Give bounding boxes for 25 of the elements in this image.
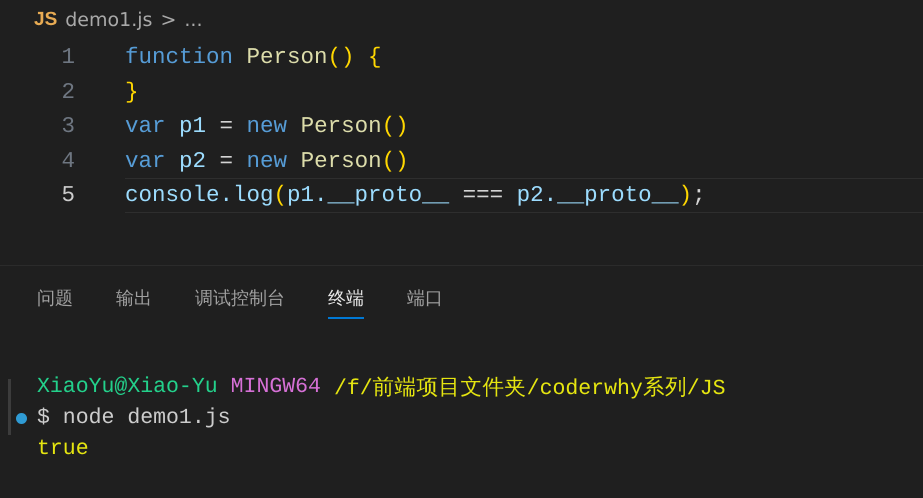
line-number: 3 — [60, 113, 75, 140]
line-number: 1 — [60, 44, 75, 70]
line-number: 5 — [60, 182, 75, 208]
code-line: } — [125, 78, 140, 107]
command-status-dot[interactable] — [16, 413, 27, 424]
code-line: var p2 = new Person() — [125, 146, 410, 176]
terminal-text: true — [37, 436, 89, 460]
terminal-text: MINGW64 — [230, 374, 321, 398]
panel-tab[interactable]: 输出 — [116, 284, 152, 319]
panel-tab[interactable]: 终端 — [328, 284, 364, 319]
code-line: function Person() { — [125, 43, 383, 72]
breadcrumb-file[interactable]: demo1.js — [65, 9, 152, 31]
panel-tab[interactable]: 调试控制台 — [195, 284, 285, 319]
code-line: console.log(p1.__proto__ === p2.__proto__); — [125, 178, 923, 212]
terminal-text: XiaoYu@Xiao-Yu — [37, 374, 218, 398]
line-number: 2 — [60, 78, 75, 105]
terminal-text: $ node demo1.js — [37, 406, 231, 430]
line-number: 4 — [60, 148, 75, 174]
code-line: var p1 = new Person() — [125, 112, 410, 142]
breadcrumb-more[interactable]: ... — [184, 9, 202, 31]
panel-tab[interactable]: 问题 — [37, 284, 73, 319]
panel-tab[interactable]: 端口 — [407, 284, 443, 319]
terminal-text: /f/前端项目文件夹/coderwhy系列/JS — [334, 375, 726, 401]
breadcrumb-separator: > — [160, 9, 176, 31]
js-file-icon: JS — [34, 9, 58, 31]
